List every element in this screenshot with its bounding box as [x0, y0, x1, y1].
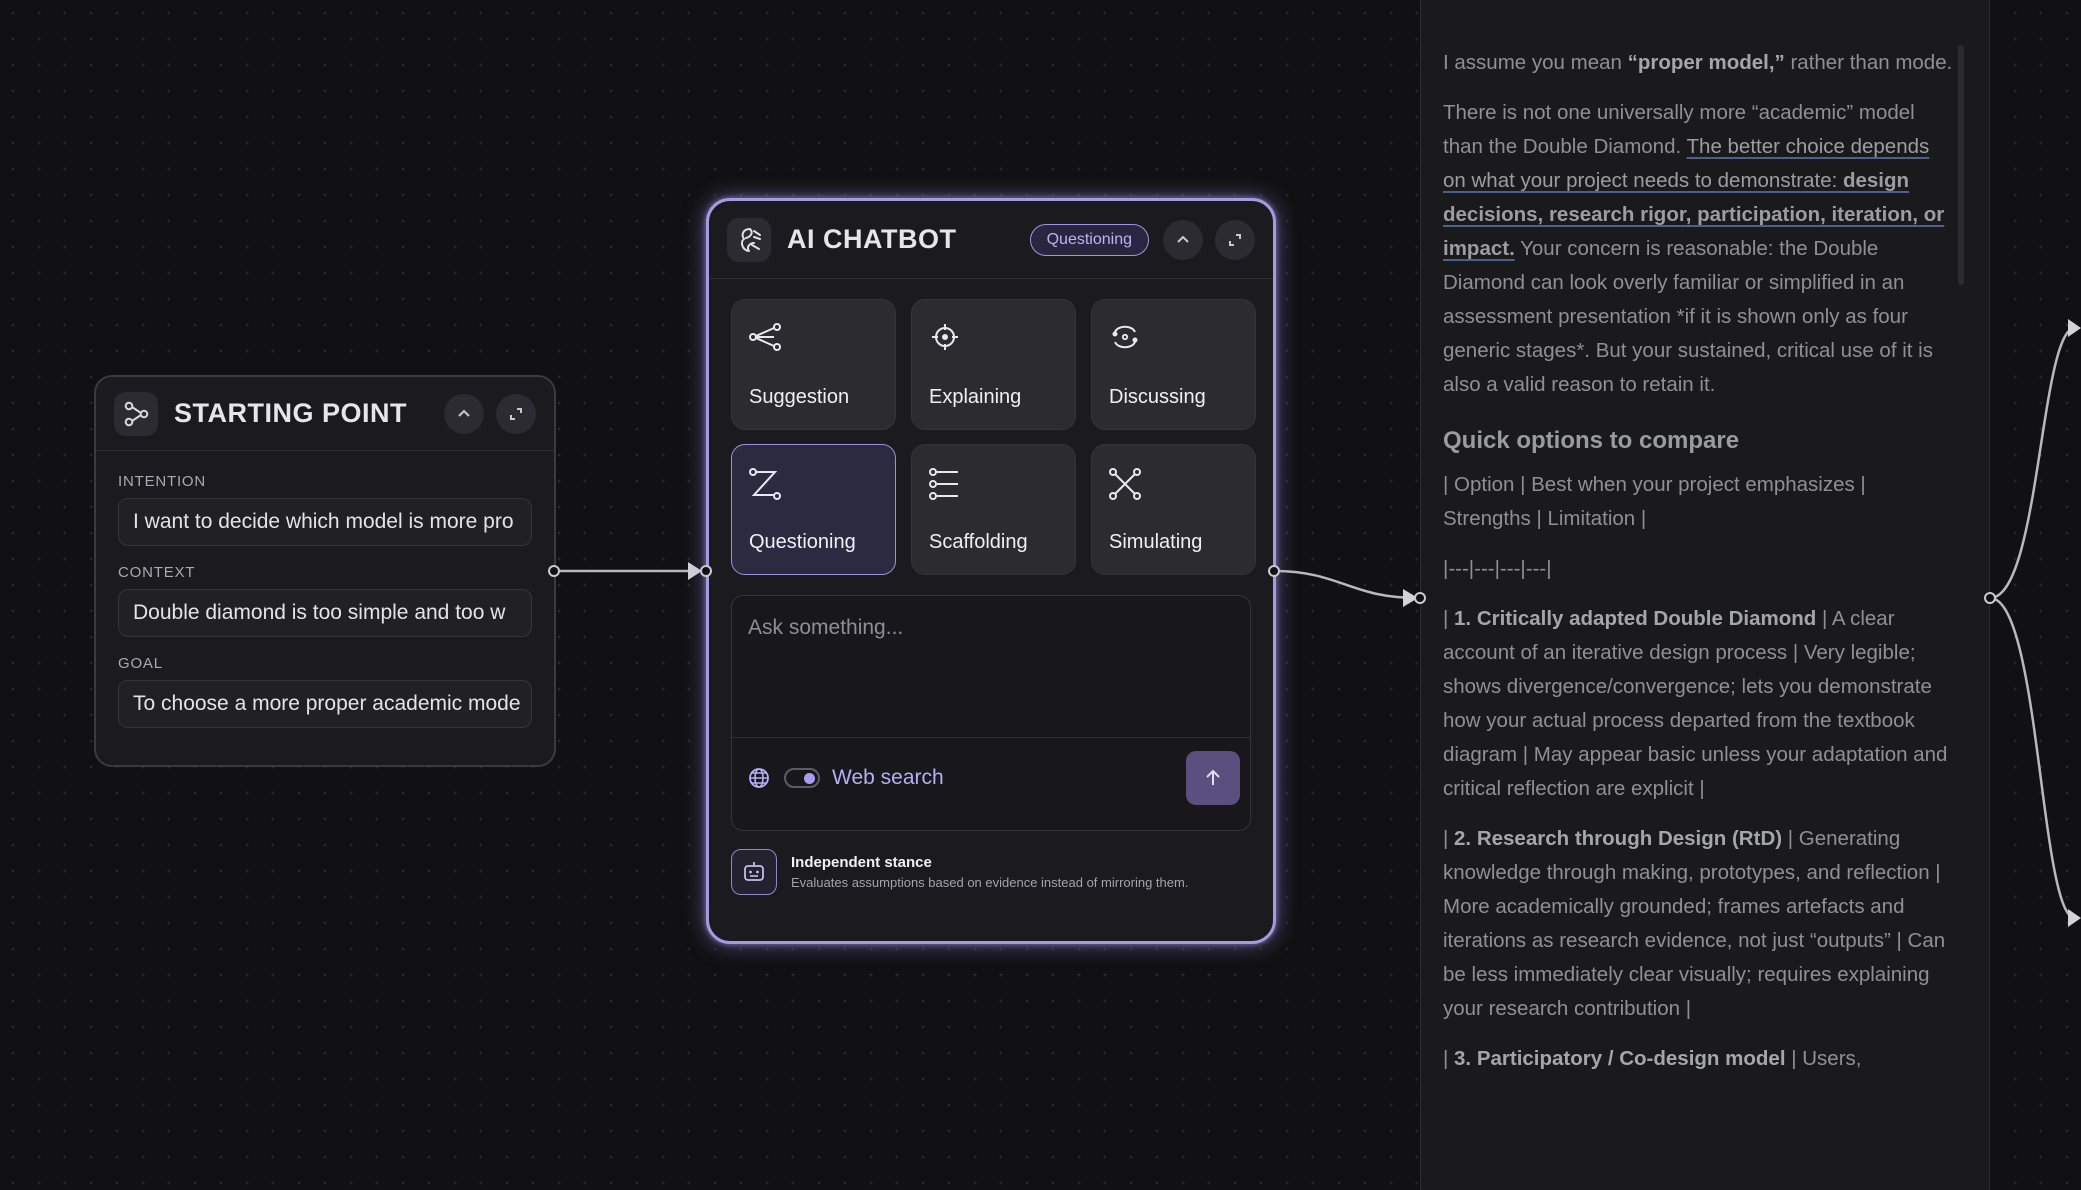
expand-icon — [1229, 233, 1241, 246]
tile-label: Scaffolding — [929, 531, 1028, 553]
web-search-toggle[interactable] — [784, 768, 820, 788]
collapse-button[interactable] — [1163, 219, 1203, 260]
toggle-knob — [804, 773, 815, 784]
expand-icon — [510, 407, 522, 420]
table-row: | 3. Participatory / Co-design model | U… — [1443, 1047, 1862, 1070]
table-separator-row: |---|---|---|---| — [1443, 557, 1552, 580]
mode-tile-suggestion[interactable]: Suggestion — [731, 299, 896, 430]
context-label: CONTEXT — [118, 564, 196, 581]
mode-tile-scaffolding[interactable]: Scaffolding — [911, 444, 1076, 575]
table-row: | 2. Research through Design (RtD) | Gen… — [1443, 827, 1946, 1020]
crosshair-icon — [932, 324, 958, 350]
chatbot-header: AI CHATBOT Questioning — [709, 201, 1273, 279]
arrow-up-icon — [1206, 769, 1220, 785]
share-nodes-icon — [114, 391, 158, 436]
tile-label: Simulating — [1109, 531, 1203, 553]
mode-tile-explaining[interactable]: Explaining — [911, 299, 1076, 430]
mode-tiles: Suggestion Explaining Discussing Questio… — [731, 299, 1273, 575]
mode-tile-discussing[interactable]: Discussing — [1091, 299, 1256, 430]
list-nodes-icon — [929, 468, 958, 500]
cross-nodes-icon — [1109, 468, 1141, 500]
mode-tile-questioning[interactable]: Questioning — [731, 444, 896, 575]
mode-badge: Questioning — [1029, 223, 1149, 256]
goal-input[interactable]: To choose a more proper academic mode — [118, 680, 532, 728]
node-title: AI CHATBOT — [787, 224, 957, 254]
tile-label: Suggestion — [749, 386, 850, 408]
composer-toolbar: Web search — [732, 738, 1250, 818]
stance-title: Independent stance — [791, 854, 932, 871]
web-search-label: Web search — [832, 766, 944, 789]
input-port[interactable] — [1414, 592, 1426, 604]
intention-label: INTENTION — [118, 473, 207, 490]
tile-label: Discussing — [1109, 386, 1206, 408]
input-port[interactable] — [700, 565, 712, 577]
globe-icon — [749, 768, 769, 788]
ai-brain-icon — [727, 217, 771, 262]
message-input[interactable]: Ask something... — [732, 596, 1250, 738]
share-nodes-icon — [749, 323, 781, 351]
response-paragraph: I assume you mean “proper model,” rather… — [1443, 51, 1953, 74]
collapse-button[interactable] — [444, 393, 484, 434]
scrollbar[interactable] — [1958, 45, 1964, 285]
expand-button[interactable] — [496, 393, 536, 434]
starting-point-node[interactable]: STARTING POINT INTENTION I want to decid… — [94, 375, 556, 767]
stance-text: Independent stance Evaluates assumptions… — [791, 854, 1188, 890]
zigzag-path-icon — [749, 468, 781, 500]
send-button[interactable] — [1186, 751, 1240, 805]
node-title: STARTING POINT — [174, 398, 407, 428]
expand-button[interactable] — [1215, 219, 1255, 260]
tile-label: Questioning — [749, 531, 856, 553]
robot-icon — [731, 849, 777, 895]
refresh-cycle-icon — [1112, 325, 1138, 349]
stance-description: Evaluates assumptions based on evidence … — [791, 875, 1189, 890]
output-port[interactable] — [548, 565, 560, 577]
ai-chatbot-node[interactable]: AI CHATBOT Questioning Suggestion Explai… — [706, 198, 1276, 944]
context-input[interactable]: Double diamond is too simple and too w — [118, 589, 532, 637]
response-panel[interactable]: I assume you mean “proper model,” rather… — [1420, 0, 1990, 1190]
response-content: I assume you mean “proper model,” rather… — [1443, 46, 1953, 1092]
table-header-row: | Option | Best when your project emphas… — [1443, 473, 1866, 530]
starting-point-header: STARTING POINT — [96, 377, 554, 451]
message-composer: Ask something... Web search — [731, 595, 1251, 831]
response-heading: Quick options to compare — [1443, 427, 1740, 454]
output-port[interactable] — [1268, 565, 1280, 577]
table-row: | 1. Critically adapted Double Diamond |… — [1443, 607, 1948, 800]
tile-label: Explaining — [929, 386, 1022, 408]
output-port[interactable] — [1984, 592, 1996, 604]
response-paragraph: There is not one universally more “acade… — [1443, 101, 1945, 396]
mode-tile-simulating[interactable]: Simulating — [1091, 444, 1256, 575]
intention-input[interactable]: I want to decide which model is more pro — [118, 498, 532, 546]
goal-label: GOAL — [118, 655, 163, 672]
chevron-up-icon — [1177, 235, 1189, 243]
chevron-up-icon — [458, 409, 470, 417]
stance-info: Independent stance Evaluates assumptions… — [731, 849, 1273, 895]
